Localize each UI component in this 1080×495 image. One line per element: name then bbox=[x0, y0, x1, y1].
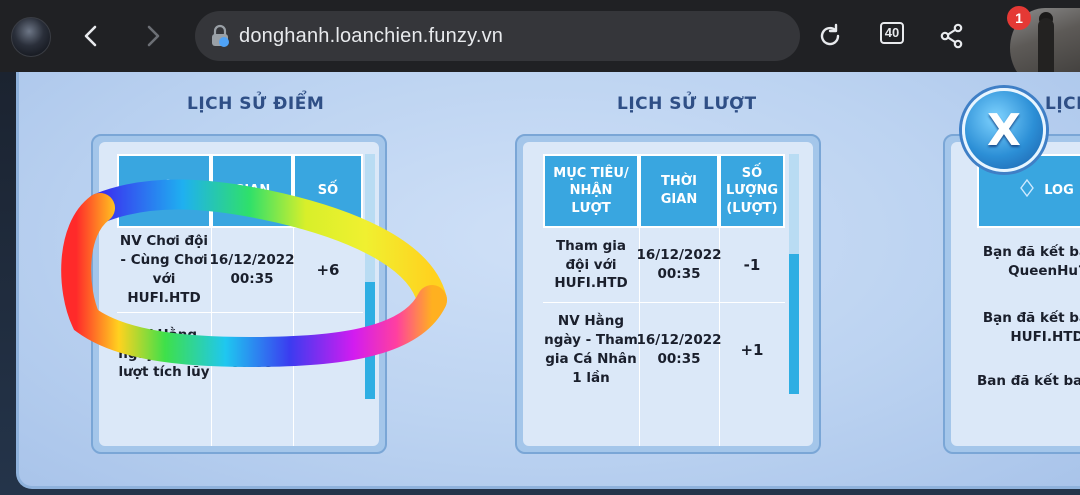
table-row-cell: -1 bbox=[743, 255, 761, 274]
turns-scroll-thumb[interactable] bbox=[789, 254, 799, 394]
site-avatar[interactable] bbox=[11, 17, 51, 57]
reload-icon[interactable] bbox=[814, 20, 846, 52]
back-icon[interactable] bbox=[76, 20, 106, 52]
table-row-cell: NV Hằng ngày - Tham gia Cá Nhân 1 lần bbox=[544, 313, 638, 386]
page-content: LỊCH SỬ ĐIỂM ĐIỂM GIAN SỐ NV Chơi đội - … bbox=[0, 72, 1080, 495]
log-item: Bạn đã kết bạn v HUFI.HTD bbox=[982, 310, 1080, 345]
points-table: ĐIỂM GIAN SỐ NV Chơi đội - Cùng Chơi với… bbox=[99, 142, 379, 446]
points-header-value: SỐ bbox=[293, 154, 363, 228]
tabs-icon[interactable]: 40 bbox=[880, 22, 904, 44]
log-diamond-icon bbox=[1020, 179, 1035, 203]
browser-toolbar: donghanh.loanchien.funzy.vn 40 1 bbox=[0, 0, 1080, 88]
table-row-cell: +6 bbox=[316, 260, 340, 279]
table-row-cell: 16/12/2022 00:35 bbox=[636, 247, 722, 282]
table-row-cell: NV Hằng ngày - Nhận lượt tích lũy bbox=[118, 326, 210, 381]
points-history-title: LỊCH SỬ ĐIỂM bbox=[187, 94, 325, 114]
close-icon: X bbox=[987, 104, 1021, 156]
notification-badge: 1 bbox=[1007, 6, 1031, 30]
url-bar[interactable]: donghanh.loanchien.funzy.vn bbox=[195, 11, 800, 61]
log-history-panel: LOG Bạn đã kết bạn v QueenHu? Bạn đã kết… bbox=[943, 134, 1080, 454]
table-row-cell: NV Chơi đội - Cùng Chơi với HUFI.HTD bbox=[119, 233, 209, 306]
log-item: Bạn đã kết bạn v QueenHu? bbox=[982, 244, 1080, 279]
points-header-time: GIAN bbox=[211, 154, 293, 228]
turns-row-divider bbox=[543, 302, 785, 303]
close-button[interactable]: X bbox=[962, 88, 1046, 172]
log-header-label: LOG bbox=[1044, 183, 1074, 199]
lock-icon[interactable] bbox=[209, 24, 231, 48]
log-history-title: LỊCH bbox=[1045, 94, 1080, 114]
table-row-cell: 16/12/2022 00:35 bbox=[209, 252, 295, 287]
log-item: Ban đã kết ban v bbox=[977, 372, 1080, 389]
table-row-cell: +1 bbox=[740, 340, 764, 359]
turns-history-title: LỊCH SỬ LƯỢT bbox=[617, 94, 757, 114]
turns-table: MỤC TIÊU/ NHẬN LƯỢT THỜI GIAN SỐ LƯỢNG (… bbox=[523, 142, 813, 446]
forward-icon[interactable] bbox=[138, 20, 168, 52]
url-text[interactable]: donghanh.loanchien.funzy.vn bbox=[239, 25, 503, 48]
table-row-cell: Tham gia đội với HUFI.HTD bbox=[554, 237, 628, 292]
points-row-divider bbox=[117, 312, 363, 313]
table-row-cell: 16/12/2022 00:35 bbox=[636, 332, 722, 367]
log-table: LOG Bạn đã kết bạn v QueenHu? Bạn đã kết… bbox=[951, 142, 1080, 446]
points-scroll-thumb[interactable] bbox=[365, 282, 375, 399]
turns-header-task: MỤC TIÊU/ NHẬN LƯỢT bbox=[543, 154, 639, 228]
points-history-panel: ĐIỂM GIAN SỐ NV Chơi đội - Cùng Chơi với… bbox=[91, 134, 387, 454]
table-row-cell: +4 bbox=[316, 344, 340, 363]
history-frame: LỊCH SỬ ĐIỂM ĐIỂM GIAN SỐ NV Chơi đội - … bbox=[16, 72, 1080, 489]
table-row-cell: 16/12/2022 00:35 bbox=[209, 336, 295, 371]
points-header-task: ĐIỂM bbox=[117, 154, 211, 228]
turns-history-panel: MỤC TIÊU/ NHẬN LƯỢT THỜI GIAN SỐ LƯỢNG (… bbox=[515, 134, 821, 454]
profile-figure bbox=[1038, 18, 1054, 80]
turns-header-time: THỜI GIAN bbox=[639, 154, 719, 228]
turns-header-value: SỐ LƯỢNG (LƯỢT) bbox=[719, 154, 785, 228]
share-icon[interactable] bbox=[936, 20, 968, 52]
